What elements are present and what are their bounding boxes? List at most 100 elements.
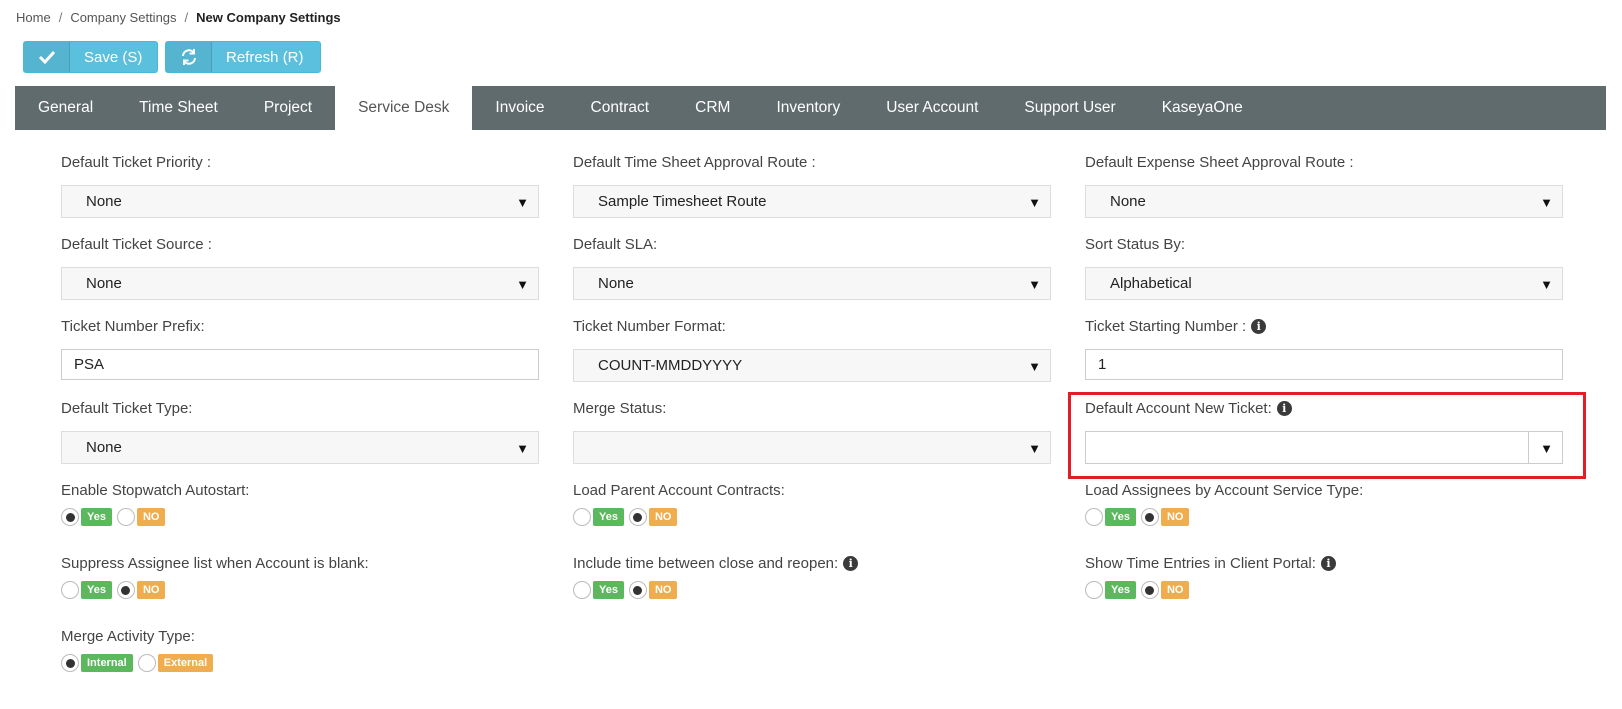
- default-account-new-ticket-label-row: Default Account New Ticket: i: [1085, 398, 1563, 418]
- refresh-button[interactable]: Refresh (R): [165, 41, 321, 73]
- caret-down-icon: ▼: [1028, 359, 1041, 374]
- no-tag: NO: [648, 581, 678, 599]
- radio-no[interactable]: [116, 581, 135, 599]
- default-ticket-source-field: Default Ticket Source : None ▼: [61, 234, 539, 300]
- ticket-starting-number-field: Ticket Starting Number : i 1: [1085, 316, 1563, 380]
- radio-no[interactable]: [628, 508, 647, 526]
- default-sla-label: Default SLA:: [573, 235, 658, 253]
- radio-no[interactable]: [628, 581, 647, 599]
- caret-down-icon: ▼: [516, 441, 529, 456]
- radio-yes[interactable]: [573, 508, 591, 526]
- default-expense-route-select[interactable]: None ▼: [1085, 185, 1563, 218]
- caret-down-icon: ▼: [1028, 277, 1041, 292]
- enable-stopwatch-autostart-field: Enable Stopwatch Autostart: Yes NO: [61, 480, 539, 526]
- default-sla-value: None: [598, 275, 634, 292]
- ticket-starting-number-label-row: Ticket Starting Number : i: [1085, 316, 1563, 336]
- breadcrumb-home[interactable]: Home: [16, 10, 51, 25]
- tab-general[interactable]: General: [15, 86, 116, 130]
- tab-contract[interactable]: Contract: [568, 86, 673, 130]
- merge-status-field: Merge Status: ▼: [573, 398, 1051, 464]
- caret-down-icon[interactable]: ▼: [1540, 441, 1553, 456]
- merge-activity-type-options: Internal External: [61, 654, 539, 672]
- merge-status-label: Merge Status:: [573, 399, 667, 417]
- radio-yes[interactable]: [61, 581, 79, 599]
- info-icon[interactable]: i: [1320, 555, 1336, 571]
- default-timesheet-route-value: Sample Timesheet Route: [598, 193, 767, 210]
- show-time-entries-portal-field: Show Time Entries in Client Portal: i Ye…: [1085, 553, 1563, 599]
- ticket-number-format-field: Ticket Number Format: COUNT-MMDDYYYY ▼: [573, 316, 1051, 382]
- ticket-number-format-select[interactable]: COUNT-MMDDYYYY ▼: [573, 349, 1051, 382]
- caret-down-icon: ▼: [1540, 277, 1553, 292]
- radio-yes[interactable]: [61, 508, 79, 526]
- merge-activity-type-field: Merge Activity Type: Internal External: [61, 626, 539, 672]
- no-tag: NO: [648, 508, 678, 526]
- ticket-number-format-label: Ticket Number Format:: [573, 317, 726, 335]
- default-ticket-type-select[interactable]: None ▼: [61, 431, 539, 464]
- radio-no[interactable]: [1140, 581, 1159, 599]
- ticket-number-prefix-input[interactable]: PSA: [61, 349, 539, 380]
- tab-service-desk[interactable]: Service Desk: [335, 86, 473, 130]
- radio-internal[interactable]: [61, 654, 79, 672]
- tab-kaseyaone[interactable]: KaseyaOne: [1139, 86, 1266, 130]
- tab-project[interactable]: Project: [241, 86, 335, 130]
- show-time-entries-portal-label-row: Show Time Entries in Client Portal: i: [1085, 553, 1563, 573]
- default-account-new-ticket-field: Default Account New Ticket: i ▼: [1085, 398, 1563, 464]
- radio-no[interactable]: [116, 508, 135, 526]
- default-ticket-source-label: Default Ticket Source :: [61, 235, 212, 253]
- load-parent-account-contracts-options: Yes NO: [573, 508, 1051, 526]
- include-time-close-reopen-label: Include time between close and reopen:: [573, 554, 839, 572]
- default-expense-route-label: Default Expense Sheet Approval Route :: [1085, 153, 1354, 171]
- default-sla-field: Default SLA: None ▼: [573, 234, 1051, 300]
- default-ticket-priority-label: Default Ticket Priority :: [61, 153, 212, 171]
- breadcrumb-current: New Company Settings: [196, 10, 341, 25]
- tab-crm[interactable]: CRM: [672, 86, 753, 130]
- breadcrumb: Home / Company Settings / New Company Se…: [16, 10, 341, 25]
- radio-external[interactable]: [137, 654, 156, 672]
- ticket-starting-number-input[interactable]: 1: [1085, 349, 1563, 380]
- merge-activity-type-label: Merge Activity Type:: [61, 627, 195, 645]
- enable-stopwatch-autostart-label: Enable Stopwatch Autostart:: [61, 481, 250, 499]
- show-time-entries-portal-options: Yes NO: [1085, 581, 1563, 599]
- info-icon[interactable]: i: [843, 555, 859, 571]
- load-parent-account-contracts-label: Load Parent Account Contracts:: [573, 481, 785, 499]
- suppress-assignee-list-options: Yes NO: [61, 581, 539, 599]
- breadcrumb-company-settings[interactable]: Company Settings: [70, 10, 176, 25]
- default-timesheet-route-select[interactable]: Sample Timesheet Route ▼: [573, 185, 1051, 218]
- tab-support-user[interactable]: Support User: [1001, 86, 1138, 130]
- external-tag: External: [157, 654, 214, 672]
- load-assignees-by-service-type-label: Load Assignees by Account Service Type:: [1085, 481, 1364, 499]
- default-ticket-source-select[interactable]: None ▼: [61, 267, 539, 300]
- default-expense-route-value: None: [1110, 193, 1146, 210]
- yes-tag: Yes: [593, 581, 624, 599]
- select-divider: [1528, 432, 1529, 463]
- tab-invoice[interactable]: Invoice: [472, 86, 567, 130]
- default-ticket-priority-select[interactable]: None ▼: [61, 185, 539, 218]
- default-sla-select[interactable]: None ▼: [573, 267, 1051, 300]
- caret-down-icon: ▼: [1540, 195, 1553, 210]
- radio-yes[interactable]: [1085, 581, 1103, 599]
- default-expense-route-field: Default Expense Sheet Approval Route : N…: [1085, 152, 1563, 218]
- suppress-assignee-list-field: Suppress Assignee list when Account is b…: [61, 553, 539, 599]
- radio-no[interactable]: [1140, 508, 1159, 526]
- default-account-new-ticket-select[interactable]: ▼: [1085, 431, 1563, 464]
- save-button[interactable]: Save (S): [23, 41, 158, 73]
- refresh-icon: [166, 42, 212, 72]
- refresh-button-label: Refresh (R): [226, 48, 304, 66]
- yes-tag: Yes: [81, 508, 112, 526]
- settings-tabs: General Time Sheet Project Service Desk …: [15, 86, 1606, 130]
- tab-user-account[interactable]: User Account: [863, 86, 1001, 130]
- include-time-close-reopen-label-row: Include time between close and reopen: i: [573, 553, 1051, 573]
- default-account-new-ticket-label: Default Account New Ticket:: [1085, 399, 1272, 417]
- internal-tag: Internal: [81, 654, 133, 672]
- merge-status-select[interactable]: ▼: [573, 431, 1051, 464]
- tab-inventory[interactable]: Inventory: [753, 86, 863, 130]
- radio-yes[interactable]: [1085, 508, 1103, 526]
- default-ticket-source-value: None: [86, 275, 122, 292]
- info-icon[interactable]: i: [1251, 318, 1267, 334]
- yes-tag: Yes: [1105, 581, 1136, 599]
- info-icon[interactable]: i: [1276, 400, 1292, 416]
- radio-yes[interactable]: [573, 581, 591, 599]
- sort-status-by-select[interactable]: Alphabetical ▼: [1085, 267, 1563, 300]
- sort-status-by-label: Sort Status By:: [1085, 235, 1186, 253]
- tab-time-sheet[interactable]: Time Sheet: [116, 86, 241, 130]
